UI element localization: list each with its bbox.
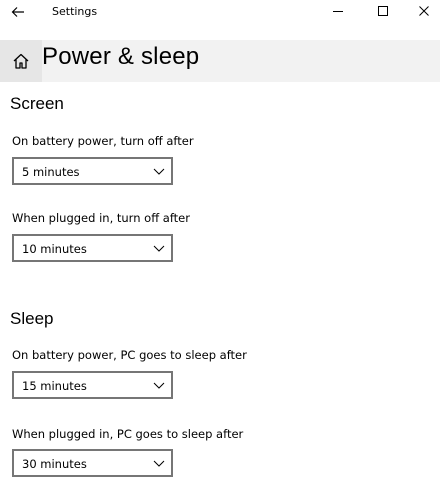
screen-battery-label: On battery power, turn off after (12, 134, 194, 148)
minimize-icon (333, 11, 343, 12)
sleep-plugged-value: 30 minutes (22, 457, 87, 471)
screen-battery-dropdown[interactable]: 5 minutes (12, 157, 173, 185)
maximize-button[interactable] (367, 0, 399, 22)
sleep-battery-value: 15 minutes (22, 379, 87, 393)
settings-window: Settings Power & sleep Screen On battery… (0, 0, 443, 480)
sleep-battery-dropdown[interactable]: 15 minutes (12, 371, 173, 399)
title-bar: Settings (0, 0, 443, 24)
screen-plugged-dropdown[interactable]: 10 minutes (12, 234, 173, 262)
back-arrow-icon (11, 7, 24, 17)
close-button[interactable] (408, 0, 440, 22)
screen-plugged-value: 10 minutes (22, 242, 87, 256)
screen-plugged-label: When plugged in, turn off after (12, 211, 190, 225)
back-button[interactable] (6, 2, 30, 22)
home-icon (13, 53, 29, 69)
sleep-section-title: Sleep (10, 309, 54, 328)
chevron-down-icon (153, 460, 165, 467)
chevron-down-icon (153, 168, 165, 175)
home-button[interactable] (0, 40, 42, 82)
maximize-icon (378, 6, 388, 16)
screen-battery-value: 5 minutes (22, 165, 80, 179)
minimize-button[interactable] (322, 0, 354, 22)
screen-section-title: Screen (10, 94, 64, 113)
sleep-battery-label: On battery power, PC goes to sleep after (12, 348, 247, 362)
app-title: Settings (52, 5, 98, 18)
chevron-down-icon (153, 245, 165, 252)
chevron-down-icon (153, 382, 165, 389)
sleep-plugged-label: When plugged in, PC goes to sleep after (12, 427, 244, 441)
page-title: Power & sleep (42, 43, 200, 70)
sleep-plugged-dropdown[interactable]: 30 minutes (12, 449, 173, 477)
close-icon (419, 6, 429, 16)
